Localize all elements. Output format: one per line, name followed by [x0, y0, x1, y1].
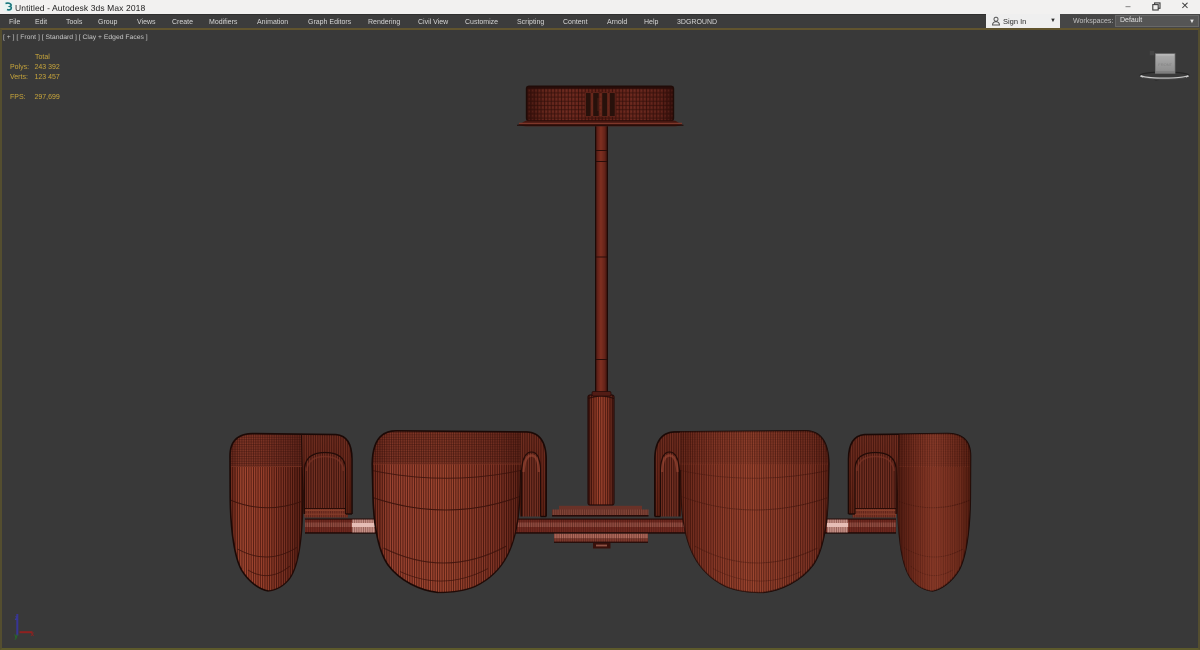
svg-text:FRONT: FRONT — [1158, 62, 1172, 67]
svg-text:y: y — [14, 633, 18, 640]
svg-text:x: x — [31, 631, 35, 638]
